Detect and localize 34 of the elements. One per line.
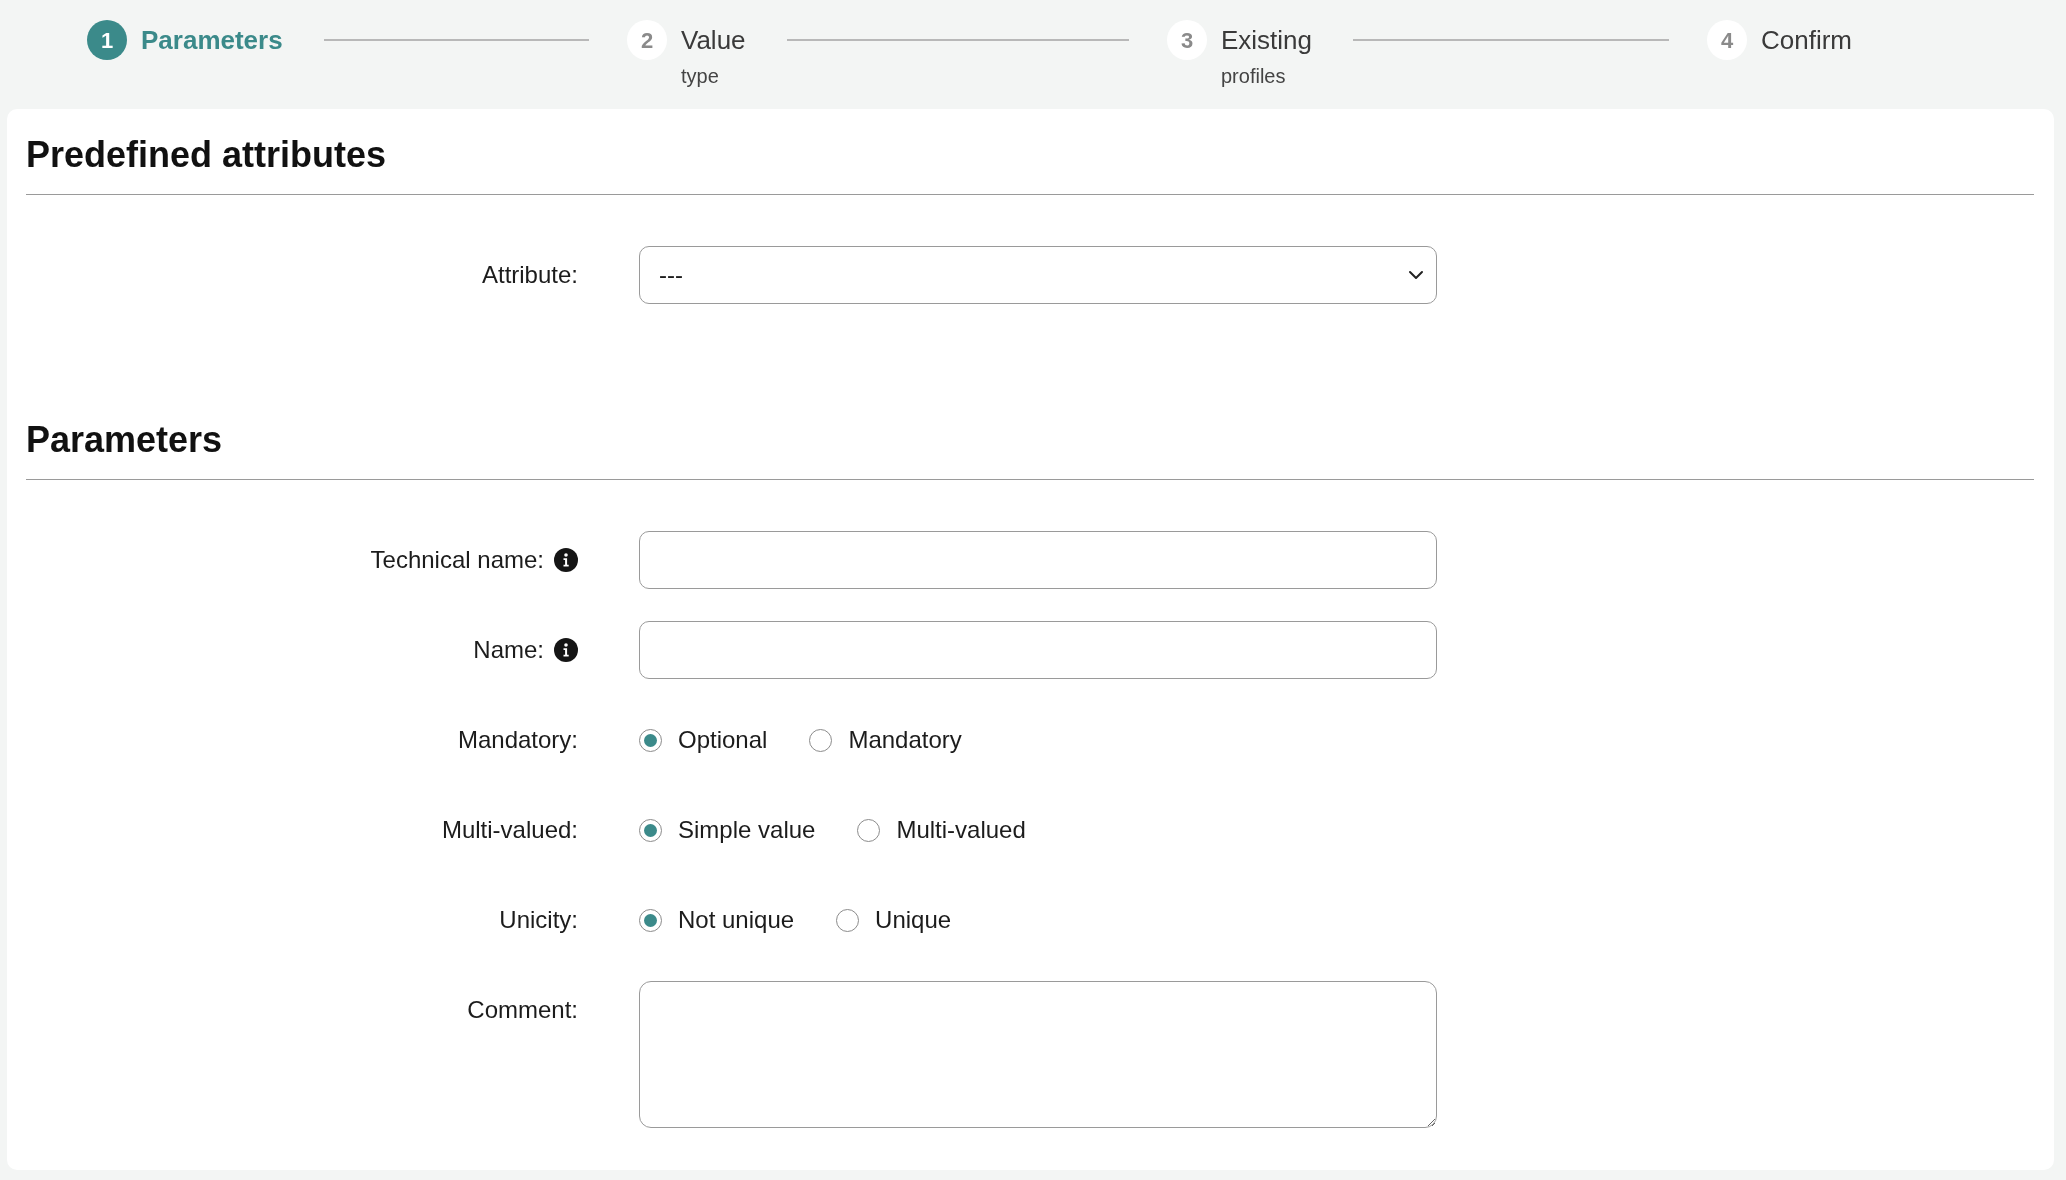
text-input[interactable] <box>639 621 1437 679</box>
field-label: Technical name: <box>370 545 544 575</box>
radio-label: Simple value <box>678 815 816 845</box>
step-sublabel: profiles <box>1221 64 1286 88</box>
field-label: Comment: <box>467 995 578 1025</box>
text-input[interactable] <box>639 531 1437 589</box>
section-title: Parameters <box>26 418 224 462</box>
step-number: 4 <box>1707 20 1747 60</box>
step-label: Existing <box>1221 24 1313 57</box>
radio-label: Unique <box>875 905 952 935</box>
field-label: Multi-valued: <box>441 815 578 845</box>
attribute-select[interactable]: --- <box>639 246 1437 304</box>
step-label: Confirm <box>1761 24 1852 57</box>
field-label: Attribute: <box>481 260 578 290</box>
step-number: 1 <box>87 20 127 60</box>
step-number: 2 <box>627 20 667 60</box>
radio-button[interactable] <box>639 728 662 752</box>
section-title: Predefined attributes <box>26 133 388 177</box>
radio-button[interactable] <box>639 818 662 842</box>
step-number: 3 <box>1167 20 1207 60</box>
field-label: Name: <box>473 635 544 665</box>
radio-button[interactable] <box>857 818 881 842</box>
step-sublabel: type <box>681 64 719 88</box>
step-label: Parameters <box>141 24 283 57</box>
radio-button[interactable] <box>836 908 860 932</box>
radio-label: Not unique <box>678 905 795 935</box>
radio-button[interactable] <box>639 908 662 932</box>
radio-label: Multi-valued <box>896 815 1026 845</box>
radio-label: Optional <box>678 725 768 755</box>
radio-button[interactable] <box>809 728 833 752</box>
field-label: Mandatory: <box>457 725 578 755</box>
radio-label: Mandatory <box>848 725 962 755</box>
step-label: Value <box>681 24 746 57</box>
field-label: Unicity: <box>499 905 578 935</box>
